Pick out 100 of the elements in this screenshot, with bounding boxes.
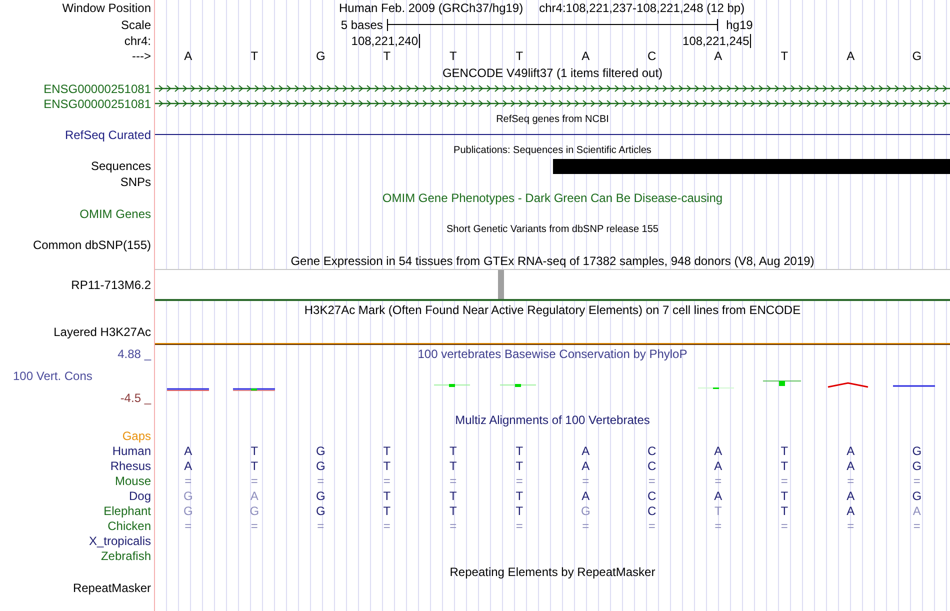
base-letter: A — [183, 49, 194, 63]
base-letter: = — [714, 518, 723, 532]
track-title: Multiz Alignments of 100 Vertebrates — [455, 412, 650, 426]
base-letter: T — [382, 488, 392, 502]
track-title: OMIM Gene Phenotypes - Dark Green Can Be Disease-causing — [382, 190, 723, 204]
base-letter: T — [514, 444, 524, 458]
base-letter: G — [182, 488, 194, 502]
base-letter: = — [184, 518, 193, 532]
base-letter: A — [846, 49, 856, 63]
track-label: ENSG00000251081 — [44, 82, 151, 96]
track-label: ---> — [132, 49, 151, 63]
axis-min-label: -4.5 _ — [119, 391, 151, 405]
base-letter: = — [382, 518, 392, 532]
base-letter: = — [250, 474, 259, 488]
track-label: OMIM Genes — [80, 206, 151, 220]
base-letter: = — [184, 474, 193, 488]
base-letter: T — [780, 444, 790, 458]
track-label: Scale — [120, 18, 151, 32]
base-letter: = — [846, 474, 856, 488]
base-letter: = — [250, 518, 259, 532]
track-title: Gene Expression in 54 tissues from GTEx RNA-seq of 17382 samples, 948 donors (V8, Aug 2019) — [290, 254, 814, 268]
base-letter: = — [448, 518, 458, 532]
base-letter: G — [911, 444, 923, 458]
base-letter: = — [780, 474, 789, 488]
base-letter: T — [250, 444, 260, 458]
base-letter: A — [580, 458, 591, 472]
base-letter: C — [646, 504, 658, 518]
base-letter: G — [248, 504, 260, 518]
track-label: Layered H3K27Ac — [54, 324, 151, 338]
base-letter: A — [183, 444, 194, 458]
base-letter: = — [846, 518, 856, 532]
expression-bar — [498, 270, 504, 299]
base-letter: A — [713, 458, 724, 472]
base-letter: T — [514, 504, 524, 518]
track-label: RP11-713M6.2 — [71, 278, 151, 292]
assembly-name: Human Feb. 2009 (GRCh37/hg19) — [339, 1, 524, 15]
base-letter: C — [646, 488, 658, 502]
track-label: Mouse — [114, 474, 151, 488]
track-label: Chicken — [108, 518, 151, 532]
track-label: 100 Vert. Cons — [12, 369, 94, 383]
base-letter: T — [448, 444, 458, 458]
base-letter: A — [846, 458, 856, 472]
track-title: Repeating Elements by RepeatMasker — [450, 564, 656, 578]
track-title: RefSeq genes from NCBI — [496, 114, 609, 124]
track-label: ENSG00000251081 — [44, 96, 151, 110]
base-letter: = — [647, 474, 656, 488]
base-letter: A — [912, 504, 922, 518]
track-label: X_tropicalis — [88, 534, 151, 548]
base-letter: = — [581, 518, 590, 532]
track-title: 100 vertebrates Basewise Conservation by PhyloP — [418, 347, 688, 361]
base-letter: A — [183, 458, 194, 472]
base-letter: C — [646, 444, 658, 458]
base-letter: T — [448, 488, 458, 502]
base-letter: T — [382, 49, 392, 63]
track-title: Publications: Sequences in Scientific Articles — [454, 144, 652, 156]
base-letter: G — [182, 504, 194, 518]
track-title: Short Genetic Variants from dbSNP release 155 — [446, 224, 658, 234]
base-letter: A — [846, 444, 856, 458]
base-letter: T — [514, 458, 524, 472]
base-letter: T — [780, 458, 790, 472]
base-letter: = — [316, 474, 326, 488]
scale-span: 5 bases — [340, 18, 384, 32]
track-title: H3K27Ac Mark (Often Found Near Active Regulatory Elements) on 7 cell lines from ENCODE — [304, 302, 801, 316]
track-label: Common dbSNP(155) — [32, 238, 151, 252]
base-letter: C — [646, 458, 658, 472]
base-letter: A — [713, 444, 724, 458]
base-letter: T — [382, 444, 392, 458]
track-label: SNPs — [120, 174, 151, 188]
base-letter: A — [846, 504, 856, 518]
base-letter: A — [846, 488, 856, 502]
track-label: Dog — [128, 488, 151, 502]
track-label: chr4: — [124, 34, 151, 48]
base-letter: = — [514, 474, 524, 488]
base-letter: G — [314, 458, 326, 472]
track-label: RefSeq Curated — [64, 128, 151, 142]
coordinate-label: 108,221,245 — [682, 34, 750, 48]
base-letter: = — [647, 518, 656, 532]
base-letter: G — [911, 488, 923, 502]
base-letter: = — [448, 474, 458, 488]
base-letter: = — [316, 518, 326, 532]
axis-max-label: 4.88 _ — [116, 347, 151, 361]
base-letter: T — [514, 49, 524, 63]
base-letter: = — [581, 474, 590, 488]
base-letter: T — [448, 504, 458, 518]
track-label: Human — [112, 444, 151, 458]
track-title: GENCODE V49lift37 (1 items filtered out) — [442, 66, 663, 80]
coordinate-label: 108,221,240 — [351, 34, 418, 48]
base-letter: = — [912, 474, 922, 488]
track-label: Zebrafish — [100, 548, 151, 562]
base-letter: = — [514, 518, 524, 532]
track-label: Elephant — [104, 504, 151, 518]
track-label: Window Position — [62, 1, 151, 15]
base-letter: G — [911, 458, 923, 472]
tick-mark — [750, 34, 752, 48]
base-letter: T — [448, 49, 458, 63]
base-letter: T — [250, 49, 260, 63]
base-letter: G — [314, 444, 326, 458]
base-letter: A — [713, 488, 724, 502]
base-letter: T — [382, 458, 392, 472]
base-letter: = — [912, 518, 922, 532]
